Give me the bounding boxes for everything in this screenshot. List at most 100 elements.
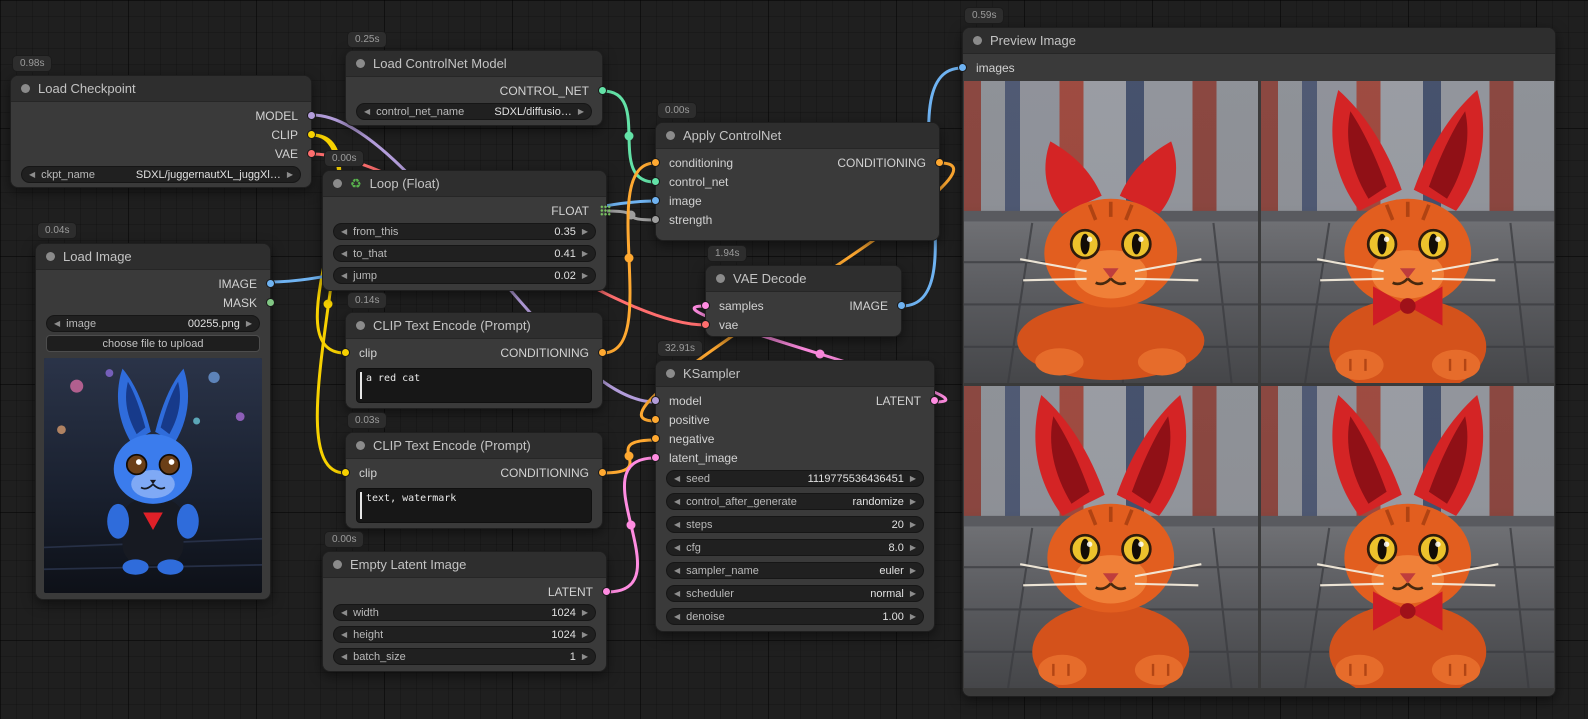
node-header[interactable]: Apply ControlNet — [656, 123, 939, 149]
input-port-conditioning[interactable] — [651, 158, 660, 167]
node-apply-controlnet[interactable]: Apply ControlNet conditioning CONDITIONI… — [655, 122, 940, 241]
next-arrow-icon[interactable]: ▶ — [910, 567, 916, 575]
next-arrow-icon[interactable]: ▶ — [582, 653, 588, 661]
prev-arrow-icon[interactable]: ◀ — [364, 108, 370, 116]
collapse-dot-icon[interactable] — [333, 560, 342, 569]
next-arrow-icon[interactable]: ▶ — [582, 631, 588, 639]
output-port-conditioning[interactable] — [598, 468, 607, 477]
collapse-dot-icon[interactable] — [356, 321, 365, 330]
input-port-positive[interactable] — [651, 415, 660, 424]
node-ksampler[interactable]: KSampler model LATENT positive negative … — [655, 360, 935, 632]
next-arrow-icon[interactable]: ▶ — [582, 272, 588, 280]
collapse-dot-icon[interactable] — [973, 36, 982, 45]
input-port-negative[interactable] — [651, 434, 660, 443]
widget-from-this[interactable]: ◀from_this 0.35▶ — [333, 223, 596, 240]
prompt-text-input[interactable]: a red cat — [356, 368, 592, 403]
output-port-mask[interactable] — [266, 298, 275, 307]
prev-arrow-icon[interactable]: ◀ — [341, 609, 347, 617]
output-port-image[interactable] — [897, 301, 906, 310]
input-port-latent-image[interactable] — [651, 453, 660, 462]
prev-arrow-icon[interactable]: ◀ — [674, 613, 680, 621]
widget-sampler-name[interactable]: ◀sampler_name euler▶ — [666, 562, 924, 579]
next-arrow-icon[interactable]: ▶ — [910, 475, 916, 483]
next-arrow-icon[interactable]: ▶ — [246, 320, 252, 328]
widget-denoise[interactable]: ◀denoise 1.00▶ — [666, 608, 924, 625]
widget-seed[interactable]: ◀seed 1119775536436451▶ — [666, 470, 924, 487]
widget-scheduler[interactable]: ◀scheduler normal▶ — [666, 585, 924, 602]
widget-cfg[interactable]: ◀cfg 8.0▶ — [666, 539, 924, 556]
output-port-control-net[interactable] — [598, 86, 607, 95]
input-port-strength[interactable] — [651, 215, 660, 224]
input-port-clip[interactable] — [341, 468, 350, 477]
preview-image-3[interactable] — [964, 386, 1258, 688]
prev-arrow-icon[interactable]: ◀ — [674, 590, 680, 598]
collapse-dot-icon[interactable] — [21, 84, 30, 93]
node-vae-decode[interactable]: VAE Decode samples IMAGE vae — [705, 265, 902, 337]
output-port-vae[interactable] — [307, 149, 316, 158]
widget-image-file[interactable]: ◀image 00255.png▶ — [46, 315, 260, 332]
widget-batch-size[interactable]: ◀batch_size 1▶ — [333, 648, 596, 665]
next-arrow-icon[interactable]: ▶ — [582, 228, 588, 236]
prev-arrow-icon[interactable]: ◀ — [341, 228, 347, 236]
node-header[interactable]: VAE Decode — [706, 266, 901, 292]
output-port-image[interactable] — [266, 279, 275, 288]
next-arrow-icon[interactable]: ▶ — [287, 171, 293, 179]
preview-image-4[interactable] — [1261, 386, 1555, 688]
input-port-vae[interactable] — [701, 320, 710, 329]
node-header[interactable]: KSampler — [656, 361, 934, 387]
collapse-dot-icon[interactable] — [333, 179, 342, 188]
node-load-controlnet-model[interactable]: Load ControlNet Model CONTROL_NET ◀contr… — [345, 50, 603, 126]
next-arrow-icon[interactable]: ▶ — [582, 609, 588, 617]
node-graph-canvas[interactable]: 0.98s 0.04s 0.25s 0.00s 0.14s 0.03s 0.00… — [0, 0, 1588, 719]
prev-arrow-icon[interactable]: ◀ — [674, 498, 680, 506]
node-header[interactable]: CLIP Text Encode (Prompt) — [346, 433, 602, 459]
collapse-dot-icon[interactable] — [356, 441, 365, 450]
next-arrow-icon[interactable]: ▶ — [910, 613, 916, 621]
widget-steps[interactable]: ◀steps 20▶ — [666, 516, 924, 533]
input-port-model[interactable] — [651, 396, 660, 405]
prev-arrow-icon[interactable]: ◀ — [341, 631, 347, 639]
next-arrow-icon[interactable]: ▶ — [910, 544, 916, 552]
node-load-image[interactable]: Load Image IMAGE MASK ◀image 00255.png▶ … — [35, 243, 271, 600]
node-header[interactable]: Empty Latent Image — [323, 552, 606, 578]
input-port-images[interactable] — [958, 63, 967, 72]
output-port-latent[interactable] — [602, 587, 611, 596]
next-arrow-icon[interactable]: ▶ — [910, 590, 916, 598]
widget-to-that[interactable]: ◀to_that 0.41▶ — [333, 245, 596, 262]
node-header[interactable]: Preview Image — [963, 28, 1555, 54]
next-arrow-icon[interactable]: ▶ — [910, 521, 916, 529]
prev-arrow-icon[interactable]: ◀ — [54, 320, 60, 328]
input-port-clip[interactable] — [341, 348, 350, 357]
prompt-text-input[interactable]: text, watermark — [356, 488, 592, 523]
output-port-model[interactable] — [307, 111, 316, 120]
next-arrow-icon[interactable]: ▶ — [578, 108, 584, 116]
node-header[interactable]: Load Checkpoint — [11, 76, 311, 102]
prev-arrow-icon[interactable]: ◀ — [674, 544, 680, 552]
grid-icon[interactable] — [600, 205, 611, 216]
collapse-dot-icon[interactable] — [46, 252, 55, 261]
node-loop-float[interactable]: ♻ Loop (Float) FLOAT ◀from_this 0.35▶ ◀t… — [322, 170, 607, 291]
widget-jump[interactable]: ◀jump 0.02▶ — [333, 267, 596, 284]
widget-control-after-generate[interactable]: ◀control_after_generate randomize▶ — [666, 493, 924, 510]
collapse-dot-icon[interactable] — [356, 59, 365, 68]
prev-arrow-icon[interactable]: ◀ — [674, 567, 680, 575]
input-port-samples[interactable] — [701, 301, 710, 310]
node-header[interactable]: ♻ Loop (Float) — [323, 171, 606, 197]
output-port-conditioning[interactable] — [598, 348, 607, 357]
upload-file-button[interactable]: choose file to upload — [46, 335, 260, 352]
prev-arrow-icon[interactable]: ◀ — [341, 653, 347, 661]
node-preview-image[interactable]: Preview Image images — [962, 27, 1556, 697]
widget-control-net-name[interactable]: ◀control_net_name SDXL/diffusio…▶ — [356, 103, 592, 120]
prev-arrow-icon[interactable]: ◀ — [29, 171, 35, 179]
prev-arrow-icon[interactable]: ◀ — [674, 475, 680, 483]
node-header[interactable]: Load ControlNet Model — [346, 51, 602, 77]
input-port-image[interactable] — [651, 196, 660, 205]
prev-arrow-icon[interactable]: ◀ — [674, 521, 680, 529]
widget-ckpt-name[interactable]: ◀ckpt_name SDXL/juggernautXL_juggXl…▶ — [21, 166, 301, 183]
widget-width[interactable]: ◀width 1024▶ — [333, 604, 596, 621]
collapse-dot-icon[interactable] — [666, 131, 675, 140]
node-header[interactable]: CLIP Text Encode (Prompt) — [346, 313, 602, 339]
collapse-dot-icon[interactable] — [716, 274, 725, 283]
node-clip-text-encode-negative[interactable]: CLIP Text Encode (Prompt) clip CONDITION… — [345, 432, 603, 529]
output-port-clip[interactable] — [307, 130, 316, 139]
